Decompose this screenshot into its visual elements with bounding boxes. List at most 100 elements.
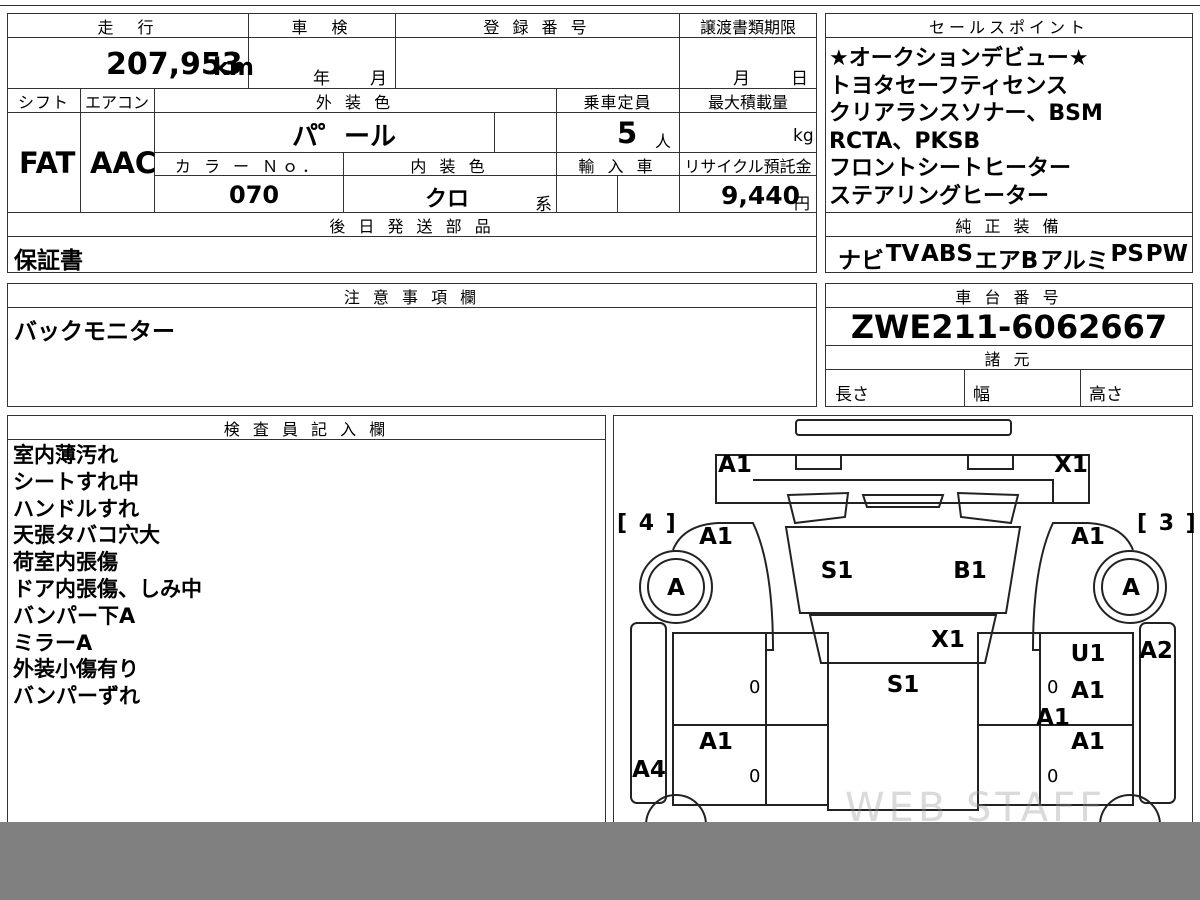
front-grille-shape: [795, 419, 1012, 436]
door-zero-marker: 0: [1047, 677, 1059, 698]
divider: [1080, 369, 1081, 407]
equipment-item: アルミ: [1040, 248, 1109, 274]
sales-point-item: ステアリングヒーター: [829, 183, 1050, 209]
capacity-unit: 人: [655, 132, 672, 151]
recycle-value: 9,440: [721, 181, 801, 210]
left-headlight-shape: [795, 454, 842, 470]
top-sliver-line: [0, 5, 1200, 6]
exterior-color-value: パ゜ール: [292, 122, 397, 152]
chassis-number: ZWE211-6062667: [850, 308, 1168, 346]
notes-text: バックモニター: [14, 319, 175, 345]
inspector-line: ハンドルすれ: [13, 496, 139, 521]
sales-point-item: ★オークションデビュー★: [829, 46, 1089, 71]
capacity-value: 5: [617, 116, 638, 150]
equipment-item: PW: [1145, 241, 1188, 267]
inspector-label: 検 査 員 記 入 欄: [223, 420, 390, 439]
color-no-value: 070: [229, 181, 280, 209]
damage-code-right-center: A1: [1036, 705, 1070, 731]
right-bracket-label: [ 3 ]: [1137, 511, 1198, 536]
inspector-line: 外装小傷有り: [13, 657, 139, 682]
equipment-item: エアB: [974, 248, 1039, 274]
sales-point-item: クリアランスソナー、BSM: [829, 101, 1103, 126]
inspector-line: バンパー下A: [13, 603, 136, 628]
mileage-label: 走 行: [97, 18, 158, 37]
cowl-shape: [808, 614, 998, 664]
shift-value: FAT: [19, 146, 76, 180]
damage-code-left-side: A4: [632, 757, 666, 783]
damage-code-windshield-right: B1: [953, 558, 987, 584]
door-zero-marker: 0: [1047, 766, 1059, 787]
bottom-gray-bar: [0, 822, 1200, 900]
equipment-label: 純 正 装 備: [955, 217, 1063, 236]
specs-label: 諸 元: [984, 350, 1034, 369]
equipment-list: ナビ TV ABS エアB アルミ PS PW: [838, 241, 1188, 275]
damage-code-right-door-rear: A1: [1071, 729, 1105, 755]
shift-label: シフト: [17, 93, 69, 112]
transfer-deadline-label: 譲渡書類期限: [699, 18, 796, 37]
damage-code-tire-right: A: [1122, 575, 1140, 601]
divider: [964, 369, 965, 407]
damage-code-windshield-left: S1: [820, 558, 854, 584]
max-load-unit: kg: [793, 126, 814, 146]
equipment-item: ABS: [921, 241, 973, 267]
inspector-line: 天張タバコ穴大: [13, 523, 160, 548]
sales-point-item: トヨタセーフティセンス: [829, 73, 1068, 99]
inspector-line: 室内薄汚れ: [13, 443, 118, 467]
notes-label: 注 意 事 項 欄: [343, 288, 481, 307]
aircon-label: エアコン: [84, 93, 149, 112]
width-label: 幅: [973, 385, 990, 405]
inspector-line: ミラーA: [13, 630, 93, 655]
capacity-label: 乗車定員: [583, 93, 652, 112]
later-parts-label: 後 日 発 送 部 品: [329, 217, 495, 236]
damage-code-left-door-rear: A1: [699, 729, 733, 755]
equipment-item: ナビ: [838, 248, 884, 274]
damage-code-right-upper: U1: [1070, 641, 1106, 667]
hood-edge-shape: [753, 479, 1054, 504]
door-zero-marker: 0: [749, 677, 761, 698]
chassis-label: 車 台 番 号: [955, 288, 1063, 307]
aircon-value: AAC: [90, 146, 157, 180]
left-mirror-shape: [786, 491, 850, 525]
registration-label: 登 録 番 号: [483, 18, 591, 37]
right-headlight-shape: [967, 454, 1014, 470]
later-parts-value: 保証書: [14, 248, 83, 274]
car-outline-diagram: [630, 419, 1176, 835]
damage-code-front-left: A1: [718, 452, 752, 478]
inspector-notes: 室内薄汚れ シートすれ中 ハンドルすれ 天張タバコ穴大 荷室内張傷 ドア内張傷、…: [13, 442, 202, 710]
damage-code-fender-left: A1: [699, 524, 733, 550]
right-mirror-shape: [956, 491, 1020, 525]
sales-points-label: セールスポイント: [928, 18, 1089, 37]
divider: [494, 112, 495, 152]
transfer-month: 月: [733, 69, 750, 89]
divider: [617, 175, 618, 212]
inspector-line: 荷室内張傷: [13, 550, 118, 575]
inspector-line: バンパーずれ: [13, 684, 141, 709]
inspector-line: ドア内張傷、しみ中: [13, 576, 202, 601]
left-rear-door-shape: [672, 724, 829, 806]
damage-code-cowl: X1: [931, 627, 965, 653]
damage-code-right-door-front: A1: [1071, 678, 1105, 704]
damage-code-tire-left: A: [667, 575, 685, 601]
recycle-label: リサイクル預託金: [684, 157, 812, 176]
damage-code-fender-right: A1: [1071, 524, 1105, 550]
color-no-label: カ ラ ー Ｎｏ．: [174, 157, 323, 176]
door-zero-marker: 0: [749, 766, 761, 787]
equipment-item: TV: [885, 241, 920, 267]
damage-code-roof: S1: [886, 672, 920, 698]
recycle-unit: 円: [794, 194, 811, 213]
transfer-day: 日: [791, 69, 808, 89]
hood-vent-shape: [861, 494, 945, 508]
sales-point-item: フロントシートヒーター: [829, 156, 1072, 181]
equipment-item: PS: [1110, 241, 1144, 267]
interior-color-value: クロ: [425, 187, 470, 212]
sales-point-item: RCTA、PKSB: [829, 128, 981, 154]
max-load-label: 最大積載量: [707, 93, 788, 112]
damage-code-front-right: X1: [1054, 452, 1088, 478]
height-label: 高さ: [1089, 385, 1123, 405]
mileage-unit: km: [213, 53, 254, 81]
length-label: 長さ: [835, 385, 869, 405]
inspection-year: 年: [313, 69, 330, 89]
sales-points-list: ★オークションデビュー★ トヨタセーフティセンス クリアランスソナー、BSM R…: [829, 45, 1189, 210]
import-label: 輸 入 車: [578, 157, 657, 176]
left-bracket-label: [ 4 ]: [617, 511, 678, 536]
